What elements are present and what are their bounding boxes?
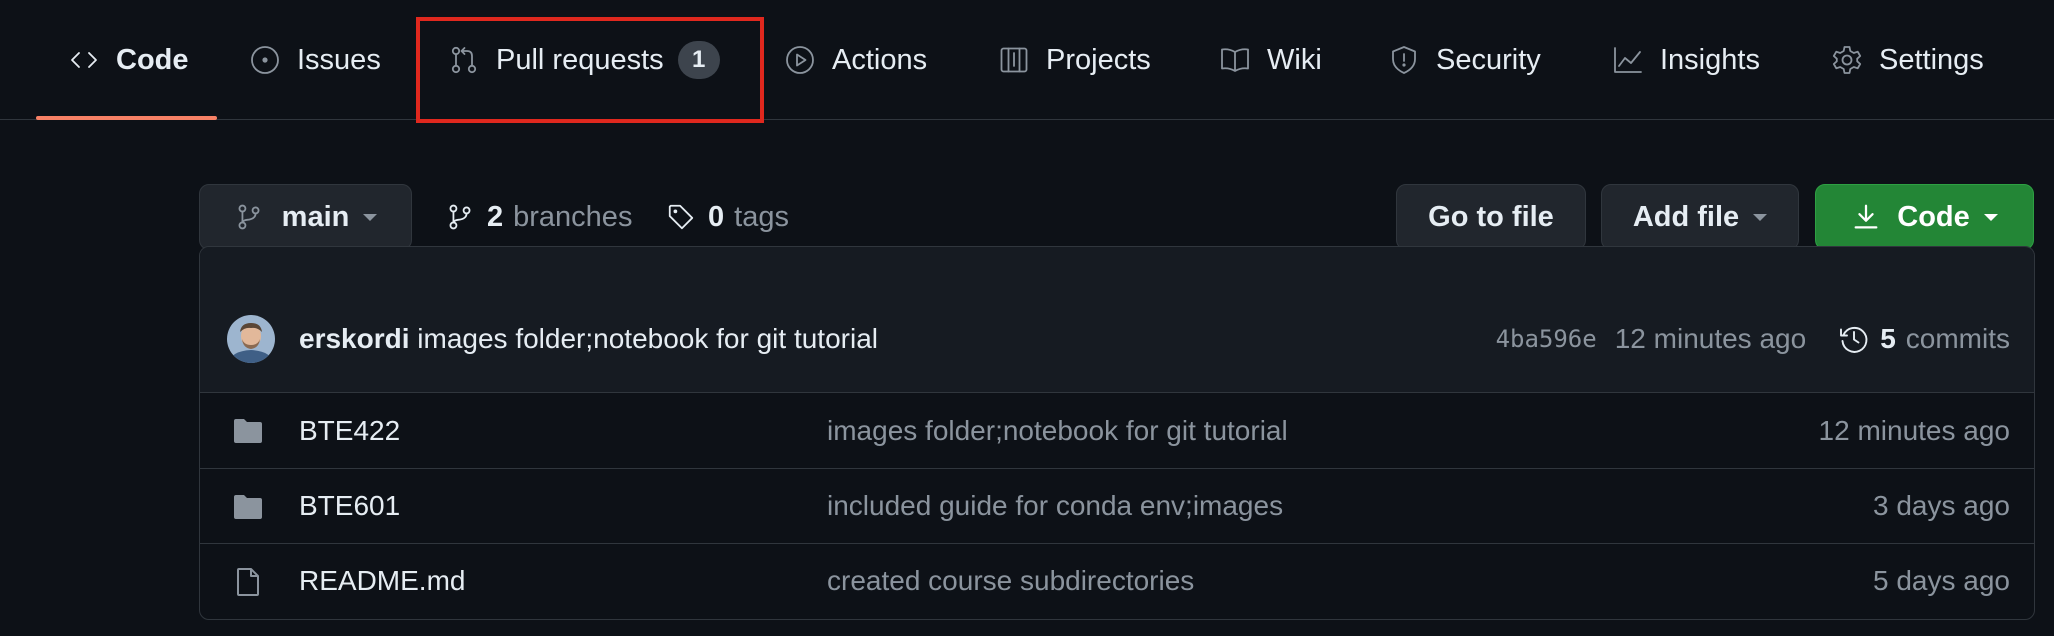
go-to-file-label: Go to file <box>1428 200 1554 233</box>
git-branch-icon <box>238 204 260 230</box>
graph-icon <box>1614 47 1642 73</box>
code-download-button[interactable]: Code <box>1815 184 2034 250</box>
selected-tab-underline <box>36 116 217 120</box>
branch-name: main <box>281 200 350 233</box>
tab-security[interactable]: Security <box>1388 0 1541 120</box>
tab-pull-requests-label: Pull requests <box>496 43 664 76</box>
chevron-down-icon <box>1753 213 1768 221</box>
tab-actions[interactable]: Actions <box>784 0 927 120</box>
git-pull-request-icon <box>451 46 477 74</box>
tab-code-label: Code <box>116 43 189 76</box>
branches-label: branches <box>513 200 633 233</box>
branches-count: 2 <box>487 200 504 233</box>
add-file-label: Add file <box>1632 200 1740 233</box>
table-icon <box>1000 47 1028 73</box>
latest-commit-header: erskordi images folder;notebook for git … <box>200 247 2034 393</box>
file-commit-message-link[interactable]: images folder;notebook for git tutorial <box>827 415 1288 447</box>
tab-code[interactable]: Code <box>68 0 189 120</box>
file-commit-message-link[interactable]: created course subdirectories <box>827 565 1194 597</box>
tab-wiki[interactable]: Wiki <box>1219 0 1322 120</box>
file-name-link[interactable]: README.md <box>299 565 465 597</box>
commit-sha-link[interactable]: 4ba596e <box>1496 325 1597 353</box>
tab-issues-label: Issues <box>297 43 381 76</box>
user-avatar-icon <box>227 315 275 363</box>
tab-insights[interactable]: Insights <box>1612 0 1760 120</box>
tag-icon <box>668 204 694 230</box>
file-commit-message-link[interactable]: included guide for conda env;images <box>827 490 1283 522</box>
commit-message-link[interactable]: images folder;notebook for git tutorial <box>417 323 878 354</box>
commits-label: commits <box>1905 323 2010 354</box>
gear-icon <box>1832 46 1862 74</box>
tags-count: 0 <box>708 200 725 233</box>
tab-projects-label: Projects <box>1046 43 1151 76</box>
file-commit-age: 3 days ago <box>1873 490 2010 521</box>
history-icon <box>1840 326 1868 353</box>
commits-history-link[interactable]: 5 commits <box>1838 323 2010 355</box>
file-directory-icon <box>234 419 262 443</box>
tab-pull-requests[interactable]: Pull requests 1 <box>448 0 720 120</box>
tab-projects[interactable]: Projects <box>998 0 1151 120</box>
tab-insights-label: Insights <box>1660 43 1760 76</box>
commits-count: 5 <box>1880 323 1896 354</box>
go-to-file-button[interactable]: Go to file <box>1396 184 1586 250</box>
add-file-button[interactable]: Add file <box>1601 184 1799 250</box>
file-commit-age: 5 days ago <box>1873 565 2010 596</box>
tab-actions-label: Actions <box>832 43 928 76</box>
repo-nav: Code Issues Pull requests 1 Actions Proj… <box>0 0 2054 120</box>
chevron-down-icon <box>1983 213 1998 221</box>
tab-security-label: Security <box>1436 43 1541 76</box>
file-row-readme[interactable]: README.md created course subdirectories … <box>200 543 2034 618</box>
latest-commit-details: 4ba596e 12 minutes ago 5 commits <box>1496 323 2010 355</box>
book-icon <box>1221 48 1249 72</box>
issue-opened-icon <box>251 46 279 74</box>
latest-commit-summary: erskordi images folder;notebook for git … <box>299 323 878 355</box>
file-listing-box: erskordi images folder;notebook for git … <box>199 246 2035 620</box>
tab-settings-label: Settings <box>1879 43 1984 76</box>
code-button-label: Code <box>1897 200 1970 233</box>
play-icon <box>786 46 814 74</box>
tags-link[interactable]: 0 tags <box>666 184 789 250</box>
tab-settings[interactable]: Settings <box>1831 0 1984 120</box>
file-name-link[interactable]: BTE422 <box>299 415 400 447</box>
shield-icon <box>1392 46 1416 74</box>
branches-link[interactable]: 2 branches <box>445 184 632 250</box>
tab-issues[interactable]: Issues <box>249 0 381 120</box>
git-branch-icon <box>449 204 471 230</box>
file-directory-icon <box>234 495 262 519</box>
download-icon <box>1854 204 1878 229</box>
code-icon <box>71 52 97 68</box>
file-name-link[interactable]: BTE601 <box>299 490 400 522</box>
branch-select-button[interactable]: main <box>199 184 412 250</box>
commit-time: 12 minutes ago <box>1614 323 1807 354</box>
avatar[interactable] <box>227 315 275 363</box>
pull-requests-counter: 1 <box>677 41 720 79</box>
tab-wiki-label: Wiki <box>1267 43 1322 76</box>
commit-author-link[interactable]: erskordi <box>299 323 410 354</box>
chevron-down-icon <box>363 213 378 221</box>
file-icon <box>237 568 259 596</box>
file-commit-age: 12 minutes ago <box>1818 414 2010 446</box>
tags-label: tags <box>734 200 789 233</box>
file-row-bte601[interactable]: BTE601 included guide for conda env;imag… <box>200 468 2034 543</box>
file-row-bte422[interactable]: BTE422 images folder;notebook for git tu… <box>200 393 2034 468</box>
